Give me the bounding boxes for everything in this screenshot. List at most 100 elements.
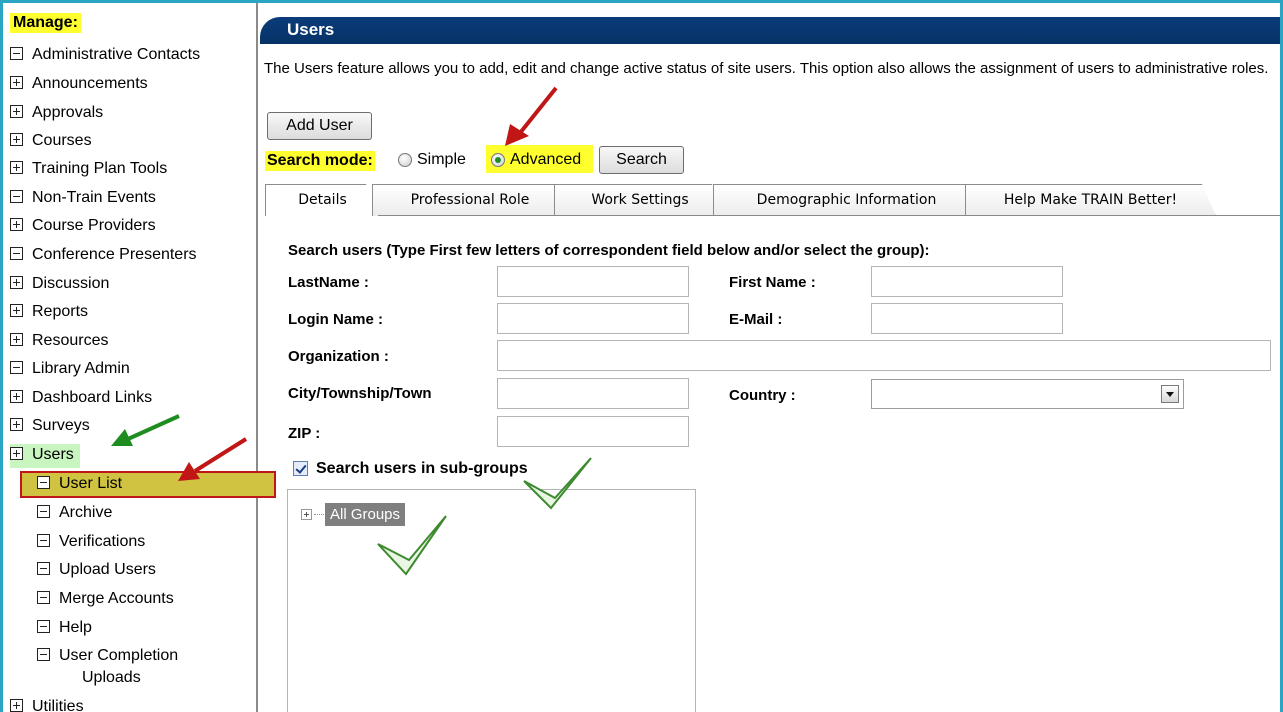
- add-user-button[interactable]: Add User: [267, 112, 372, 140]
- page-header: Users: [260, 17, 1280, 44]
- plus-box-icon[interactable]: [10, 76, 23, 89]
- search-button[interactable]: Search: [599, 146, 684, 174]
- sidebar-item-discussion[interactable]: Discussion: [10, 273, 109, 297]
- minus-box-icon[interactable]: [37, 591, 50, 604]
- plus-box-icon[interactable]: [10, 161, 23, 174]
- sidebar-subitem-merge-accounts[interactable]: Merge Accounts: [37, 588, 174, 612]
- first-name-input[interactable]: [871, 266, 1063, 297]
- sidebar-item-users[interactable]: Users: [10, 444, 80, 468]
- tab-help-make-train-better[interactable]: Help Make TRAIN Better!: [965, 184, 1216, 216]
- sidebar-subitem-label: Help: [59, 619, 92, 636]
- plus-box-icon[interactable]: [10, 390, 23, 403]
- minus-box-icon[interactable]: [37, 505, 50, 518]
- minus-box-icon[interactable]: [37, 534, 50, 547]
- tree-expand-icon[interactable]: [301, 509, 312, 520]
- last-name-input[interactable]: [497, 266, 689, 297]
- minus-box-icon[interactable]: [10, 47, 23, 60]
- sidebar-item-administrative-contacts[interactable]: Administrative Contacts: [10, 44, 200, 68]
- plus-box-icon[interactable]: [10, 304, 23, 317]
- login-name-input[interactable]: [497, 303, 689, 334]
- page-description: The Users feature allows you to add, edi…: [264, 60, 1269, 77]
- zip-label: ZIP :: [288, 425, 321, 442]
- sidebar-subitem-label: Upload Users: [59, 561, 156, 578]
- tree-connector: [314, 514, 324, 515]
- sidebar-subitem-label: User List: [59, 475, 123, 492]
- sidebar-subitem-user-list[interactable]: User List: [20, 471, 276, 498]
- email-label: E-Mail :: [729, 311, 783, 328]
- sidebar-item-approvals[interactable]: Approvals: [10, 102, 103, 126]
- sidebar-item-courses[interactable]: Courses: [10, 130, 92, 154]
- sidebar-item-label: Approvals: [32, 104, 104, 121]
- sidebar-item-label: Resources: [32, 332, 109, 349]
- sidebar-item-label: Library Admin: [32, 360, 130, 377]
- minus-box-icon[interactable]: [37, 562, 50, 575]
- sidebar: Manage: Administrative Contacts Announce…: [3, 3, 276, 712]
- subgroups-checkbox[interactable]: [293, 461, 308, 476]
- sidebar-item-label: Conference Presenters: [32, 246, 197, 263]
- minus-box-icon[interactable]: [37, 476, 50, 489]
- minus-box-icon[interactable]: [10, 190, 23, 203]
- sidebar-item-label: Discussion: [32, 275, 110, 292]
- sidebar-item-reports[interactable]: Reports: [10, 301, 88, 325]
- plus-box-icon[interactable]: [10, 218, 23, 231]
- sidebar-item-course-providers[interactable]: Course Providers: [10, 215, 156, 239]
- city-label: City/Township/Town: [288, 385, 432, 402]
- sidebar-item-surveys[interactable]: Surveys: [10, 415, 90, 439]
- organization-label: Organization :: [288, 348, 389, 365]
- sidebar-item-dashboard-links[interactable]: Dashboard Links: [10, 387, 152, 411]
- sidebar-item-conference-presenters[interactable]: Conference Presenters: [10, 244, 197, 268]
- search-form-heading: Search users (Type First few letters of …: [288, 242, 930, 259]
- plus-box-icon[interactable]: [10, 105, 23, 118]
- subgroups-checkbox-label[interactable]: Search users in sub-groups: [316, 460, 528, 478]
- email-input[interactable]: [871, 303, 1063, 334]
- advanced-radio-label[interactable]: Advanced: [510, 151, 581, 169]
- tab-divider: [378, 215, 1280, 216]
- sidebar-item-label: Reports: [32, 303, 89, 320]
- sidebar-subitem-user-completion-uploads[interactable]: User Completion Uploads: [37, 645, 178, 693]
- minus-box-icon[interactable]: [10, 361, 23, 374]
- sidebar-item-training-plan-tools[interactable]: Training Plan Tools: [10, 158, 167, 182]
- sidebar-subitem-label: User Completion: [59, 647, 179, 664]
- sidebar-subitem-help[interactable]: Help: [37, 617, 92, 641]
- minus-box-icon[interactable]: [37, 648, 50, 661]
- sidebar-subitem-archive[interactable]: Archive: [37, 502, 112, 526]
- sidebar-item-label: Non-Train Events: [32, 189, 156, 206]
- sidebar-item-resources[interactable]: Resources: [10, 330, 108, 354]
- sidebar-subitem-label: Merge Accounts: [59, 590, 174, 607]
- chevron-down-icon[interactable]: [1161, 385, 1179, 403]
- sidebar-item-label: Course Providers: [32, 217, 156, 234]
- sidebar-item-label: Training Plan Tools: [32, 160, 168, 177]
- sidebar-item-label: Courses: [32, 132, 92, 149]
- organization-input[interactable]: [497, 340, 1271, 371]
- tab-demographic-information[interactable]: Demographic Information: [713, 184, 980, 216]
- sidebar-subitem-upload-users[interactable]: Upload Users: [37, 559, 156, 583]
- plus-box-icon[interactable]: [10, 133, 23, 146]
- sidebar-item-label: Dashboard Links: [32, 389, 153, 406]
- plus-box-icon[interactable]: [10, 276, 23, 289]
- country-label: Country :: [729, 387, 796, 404]
- minus-box-icon[interactable]: [10, 247, 23, 260]
- tab-details[interactable]: Details: [265, 184, 380, 216]
- sidebar-item-announcements[interactable]: Announcements: [10, 73, 148, 97]
- minus-box-icon[interactable]: [37, 620, 50, 633]
- sidebar-item-non-train-events[interactable]: Non-Train Events: [10, 187, 156, 211]
- sidebar-item-utilities[interactable]: Utilities: [10, 696, 84, 712]
- country-select[interactable]: [871, 379, 1184, 409]
- plus-box-icon[interactable]: [10, 699, 23, 712]
- tree-node-all-groups[interactable]: All Groups: [325, 503, 406, 526]
- city-input[interactable]: [497, 378, 689, 409]
- simple-radio[interactable]: [398, 153, 412, 167]
- simple-radio-label[interactable]: Simple: [417, 151, 466, 169]
- plus-box-icon[interactable]: [10, 447, 23, 460]
- tab-professional-role[interactable]: Professional Role: [372, 184, 568, 216]
- plus-box-icon[interactable]: [10, 333, 23, 346]
- last-name-label: LastName :: [288, 274, 369, 291]
- advanced-radio[interactable]: [491, 153, 505, 167]
- zip-input[interactable]: [497, 416, 689, 447]
- sidebar-subitem-verifications[interactable]: Verifications: [37, 531, 145, 555]
- tab-work-settings[interactable]: Work Settings: [554, 184, 726, 216]
- search-mode-label: Search mode:: [265, 151, 375, 171]
- sidebar-item-label: Surveys: [32, 417, 90, 434]
- plus-box-icon[interactable]: [10, 418, 23, 431]
- sidebar-item-library-admin[interactable]: Library Admin: [10, 358, 130, 382]
